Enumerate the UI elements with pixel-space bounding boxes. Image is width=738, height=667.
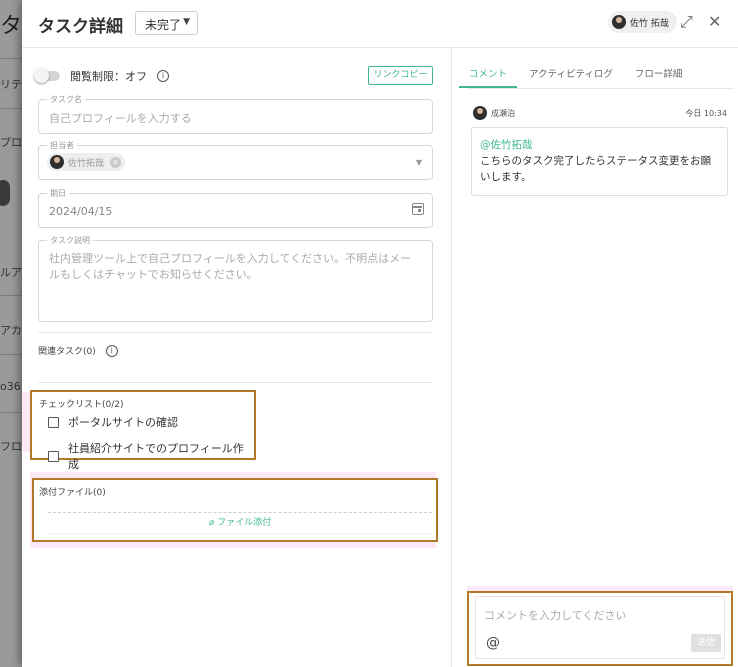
comment-card: @佐竹拓哉 こちらのタスク完了したらステータス変更をお願いします。 [471, 127, 728, 196]
description-text[interactable]: 社内管理ツール上で自己プロフィールを入力してください。不明点はメールもしくはチャ… [49, 251, 421, 283]
comment-header: 成瀬泊 今日 10:34 [473, 106, 727, 120]
description-label: タスク説明 [47, 235, 93, 246]
status-label: 未完了 [145, 18, 182, 32]
attachments-title: 添付ファイル(0) [39, 488, 106, 498]
attachments-section: 添付ファイル(0) ⌀ ファイル添付 [32, 478, 438, 542]
comment-body: こちらのタスク完了したらステータス変更をお願いします。 [480, 155, 711, 183]
info-icon[interactable]: i [157, 70, 169, 82]
checklist-section: チェックリスト(0/2) ポータルサイトの確認 社員紹介サイトでのプロフィール作… [30, 390, 256, 471]
panel-header: タスク詳細 未完了 ▼ 佐竹 拓哉 ⤢ ✕ [22, 0, 738, 48]
comment-input[interactable]: コメントを入力してください @ 送信 [475, 596, 725, 659]
assignee-chip[interactable]: 佐竹拓哉 ✕ [47, 153, 126, 171]
related-tasks: 関連タスク(0) i [38, 344, 118, 357]
user-name: 佐竹 拓哉 [630, 18, 669, 29]
attach-file-button[interactable]: ⌀ ファイル添付 [48, 512, 432, 534]
comments-panel: コメント アクティビティログ フロー詳細 成瀬泊 今日 10:34 @佐竹拓哉 … [453, 48, 738, 667]
view-limit-label: 閲覧制限：オフ [70, 70, 147, 83]
comment-composer: コメントを入力してください @ 送信 [467, 591, 733, 666]
bg-fragment: プロ [0, 136, 22, 149]
assignee-field[interactable]: 担当者 佐竹拓哉 ✕ ▼ [38, 140, 433, 180]
status-dropdown[interactable]: 未完了 ▼ [135, 11, 198, 35]
expand-icon[interactable]: ⤢ [680, 12, 693, 32]
description-field[interactable]: タスク説明 社内管理ツール上で自己プロフィールを入力してください。不明点はメール… [38, 235, 433, 322]
task-name-field[interactable]: タスク名 自己プロフィールを入力する [38, 94, 433, 134]
bg-fragment: リテ [0, 78, 22, 91]
remove-icon[interactable]: ✕ [110, 156, 122, 168]
bg-avatar [0, 180, 10, 206]
info-icon[interactable]: i [105, 344, 118, 357]
divider [38, 332, 433, 333]
due-date-value[interactable]: 2024/04/15 [49, 205, 112, 218]
assignee-label: 担当者 [47, 140, 77, 151]
avatar [473, 106, 487, 120]
calendar-icon[interactable] [412, 203, 424, 215]
bg-fragment: タ [0, 14, 23, 39]
checklist-item[interactable]: ポータルサイトの確認 [48, 414, 178, 430]
comment-author: 成瀬泊 [491, 108, 515, 118]
mention-icon[interactable]: @ [486, 635, 500, 651]
tab-activity-log[interactable]: アクティビティログ [529, 48, 613, 88]
view-limit-toggle[interactable] [34, 68, 60, 83]
task-name-label: タスク名 [47, 94, 85, 105]
divider [38, 382, 433, 383]
close-icon[interactable]: ✕ [708, 12, 721, 31]
link-copy-button[interactable]: リンクコピー [368, 66, 433, 85]
user-chip[interactable]: 佐竹 拓哉 [608, 11, 677, 33]
related-tasks-label: 関連タスク(0) [38, 347, 96, 357]
bg-fragment: フロ [0, 440, 22, 453]
assignee-name: 佐竹拓哉 [68, 158, 105, 169]
checklist-item[interactable]: 社員紹介サイトでのプロフィール作成 [48, 440, 254, 472]
due-date-label: 期日 [47, 188, 69, 199]
avatar [50, 155, 64, 169]
bg-fragment: アカ [0, 324, 22, 337]
checkbox[interactable] [48, 450, 59, 462]
comment-placeholder: コメントを入力してください [484, 609, 627, 622]
checklist-item-label: 社員紹介サイトでのプロフィール作成 [67, 442, 244, 471]
comment-time: 今日 10:34 [685, 108, 727, 118]
caret-down-icon: ▼ [183, 17, 190, 27]
paperclip-icon: ⌀ [208, 518, 215, 528]
highlight-edge [22, 392, 30, 452]
tabs-divider [469, 88, 734, 89]
view-limit-row: 閲覧制限：オフ i [34, 68, 169, 84]
tab-bar: コメント アクティビティログ フロー詳細 [459, 48, 704, 88]
task-form: 閲覧制限：オフ i リンクコピー タスク名 自己プロフィールを入力する 担当者 … [22, 48, 452, 667]
caret-down-icon[interactable]: ▼ [416, 158, 422, 167]
checkbox[interactable] [48, 416, 59, 428]
comment-mention[interactable]: @佐竹拓哉 [480, 137, 719, 153]
avatar [612, 15, 626, 29]
send-button[interactable]: 送信 [691, 634, 721, 652]
checklist-title: チェックリスト(0/2) [39, 400, 124, 410]
tab-flow-details[interactable]: フロー詳細 [635, 48, 683, 88]
tab-comments[interactable]: コメント [459, 48, 518, 88]
task-name-input[interactable]: 自己プロフィールを入力する [49, 110, 192, 126]
task-detail-panel: タスク詳細 未完了 ▼ 佐竹 拓哉 ⤢ ✕ 閲覧制限：オフ i リンクコピー タ… [22, 0, 738, 667]
due-date-field[interactable]: 期日 2024/04/15 [38, 188, 433, 228]
attach-file-label: ファイル添付 [217, 518, 272, 528]
page-title: タスク詳細 [38, 17, 123, 37]
checklist-item-label: ポータルサイトの確認 [68, 416, 178, 429]
